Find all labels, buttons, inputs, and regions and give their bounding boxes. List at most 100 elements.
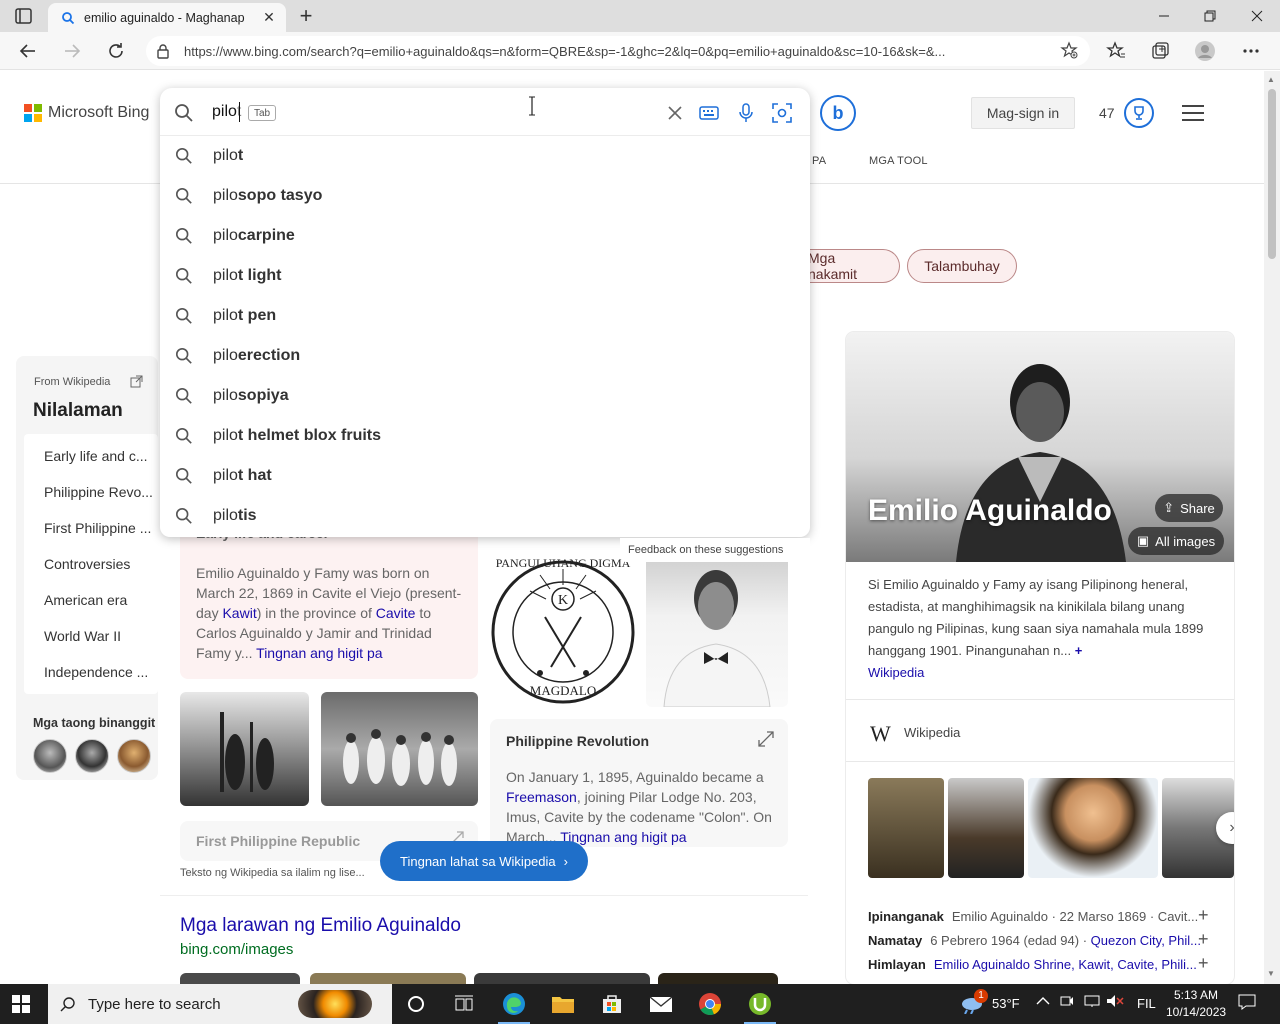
person-avatar[interactable] — [33, 739, 67, 773]
address-url[interactable]: https://www.bing.com/search?q=emilio+agu… — [184, 44, 1052, 59]
search-box[interactable]: pilot Tab — [160, 88, 810, 136]
person-avatar[interactable] — [117, 739, 151, 773]
cortana-icon[interactable] — [396, 988, 436, 1020]
search-icon[interactable] — [174, 103, 194, 123]
scroll-thumb[interactable] — [1268, 89, 1276, 259]
suggestion-item[interactable]: pilot — [160, 136, 810, 176]
tab-actions-icon[interactable] — [10, 6, 38, 26]
expand-plus-icon[interactable]: + — [1198, 905, 1209, 926]
suggestion-item[interactable]: pilot hat — [160, 456, 810, 496]
kp-photo-thumb[interactable] — [1028, 778, 1158, 878]
rewards-trophy-icon[interactable] — [1124, 98, 1154, 128]
taskbar-clock[interactable]: 5:13 AM 10/14/2023 — [1166, 987, 1226, 1021]
suggestion-item[interactable]: pilocarpine — [160, 216, 810, 256]
profile-avatar-icon[interactable] — [1194, 40, 1216, 62]
expand-icon[interactable] — [758, 731, 774, 747]
cavite-link[interactable]: Cavite — [376, 605, 416, 621]
restore-button[interactable] — [1187, 0, 1233, 32]
filter-pill-biography[interactable]: Talambuhay — [907, 249, 1017, 283]
action-center-icon[interactable] — [1238, 994, 1256, 1013]
toc-item[interactable]: Controversies — [24, 546, 158, 582]
windows-start-icon[interactable] — [12, 995, 30, 1013]
image-thumbnail[interactable] — [658, 973, 778, 984]
kp-source-name[interactable]: Wikipedia — [904, 725, 960, 740]
toc-item[interactable]: Independence ... — [24, 654, 158, 690]
input-language[interactable]: FIL — [1137, 996, 1156, 1011]
toc-item[interactable]: First Philippine ... — [24, 510, 158, 546]
signin-button[interactable]: Mag-sign in — [971, 97, 1075, 129]
suggestion-item[interactable]: pilosopo tasyo — [160, 176, 810, 216]
suggestion-item[interactable]: pilotis — [160, 496, 810, 536]
toc-item[interactable]: American era — [24, 582, 158, 618]
kawit-link[interactable]: Kawit — [222, 605, 256, 621]
kp-photo-thumb[interactable] — [948, 778, 1024, 878]
new-tab-button[interactable]: + — [294, 3, 318, 28]
kp-wikipedia-link[interactable]: Wikipedia — [868, 665, 924, 680]
suggestion-item[interactable]: piloerection — [160, 336, 810, 376]
wikipedia-license-note[interactable]: Teksto ng Wikipedia sa ilalim ng lise... — [180, 867, 365, 879]
tab-close-icon[interactable]: ✕ — [260, 9, 278, 27]
scroll-down-icon[interactable]: ▼ — [1267, 969, 1275, 978]
burial-place-link[interactable]: Emilio Aguinaldo Shrine, Kawit, Cavite, … — [934, 957, 1197, 972]
task-view-icon[interactable] — [444, 988, 484, 1020]
suggestion-item[interactable]: pilot light — [160, 256, 810, 296]
suggestion-item[interactable]: pilosopiya — [160, 376, 810, 416]
hamburger-menu-icon[interactable] — [1182, 105, 1204, 121]
expand-plus-icon[interactable]: + — [1198, 929, 1209, 950]
bing-logo[interactable]: Microsoft Bing — [24, 104, 149, 122]
rewards-points[interactable]: 47 — [1099, 105, 1115, 121]
toc-item[interactable]: Philippine Revo... — [24, 474, 158, 510]
aguinaldo-portrait-image[interactable] — [646, 556, 788, 707]
utorrent-icon[interactable] — [740, 988, 780, 1024]
taskbar-search-box[interactable]: Type here to search — [48, 984, 392, 1024]
revolution-card[interactable]: Philippine Revolution On January 1, 1895… — [490, 719, 788, 847]
external-link-icon[interactable] — [130, 375, 143, 388]
lock-icon[interactable] — [156, 43, 174, 59]
share-button[interactable]: ⇪ Share — [1155, 494, 1223, 522]
images-section-title[interactable]: Mga larawan ng Emilio Aguinaldo — [180, 915, 461, 937]
address-bar[interactable]: https://www.bing.com/search?q=emilio+agu… — [146, 36, 1090, 66]
image-thumbnail[interactable] — [310, 973, 466, 984]
visual-search-icon[interactable] — [771, 102, 793, 124]
chevron-up-icon[interactable] — [1036, 994, 1050, 1009]
favorites-icon[interactable] — [1105, 40, 1127, 62]
death-place-link[interactable]: Quezon City, Phil... — [1091, 933, 1201, 948]
scope-tab-tools[interactable]: MGA TOOL — [869, 155, 928, 167]
person-avatar[interactable] — [75, 739, 109, 773]
scope-tab-partial[interactable]: PA — [812, 155, 826, 167]
image-thumbnail[interactable] — [474, 973, 650, 984]
add-favorite-icon[interactable] — [1060, 40, 1080, 62]
volume-muted-icon[interactable] — [1106, 994, 1124, 1011]
kp-photo-thumb[interactable] — [868, 778, 944, 878]
image-thumbnail[interactable] — [180, 973, 300, 984]
browser-tab[interactable]: emilio aguinaldo - Maghanap ✕ — [48, 3, 286, 32]
historical-photo[interactable] — [180, 692, 309, 806]
forward-button[interactable] — [57, 37, 87, 65]
mail-icon[interactable] — [641, 988, 681, 1020]
freemason-link[interactable]: Freemason — [506, 789, 577, 805]
historical-photo[interactable] — [321, 692, 478, 806]
copilot-icon[interactable]: b — [820, 95, 856, 131]
magdalo-seal-image[interactable]: K PANGULUHANG DIGMA MAGDALO — [490, 527, 636, 707]
edge-browser-icon[interactable] — [494, 988, 534, 1024]
collections-icon[interactable] — [1149, 40, 1171, 62]
meet-now-icon[interactable] — [1060, 994, 1074, 1011]
suggestion-feedback-link[interactable]: Feedback on these suggestions — [620, 538, 810, 562]
toc-item[interactable]: Early life and c... — [24, 438, 158, 474]
suggestion-item[interactable]: pilot helmet blox fruits — [160, 416, 810, 456]
network-icon[interactable] — [1084, 994, 1100, 1011]
suggestion-item[interactable]: pilot pen — [160, 296, 810, 336]
weather-temp[interactable]: 53°F — [992, 996, 1020, 1011]
keyboard-icon[interactable] — [698, 102, 720, 124]
microphone-icon[interactable] — [735, 102, 757, 124]
toc-item[interactable]: World War II — [24, 618, 158, 654]
expand-plus-icon[interactable]: + — [1075, 643, 1083, 658]
back-button[interactable] — [13, 37, 43, 65]
all-images-button[interactable]: ▣ All images — [1128, 527, 1224, 555]
chrome-icon[interactable] — [690, 988, 730, 1020]
scroll-up-icon[interactable]: ▲ — [1267, 75, 1275, 84]
see-more-link[interactable]: Tingnan ang higit pa — [256, 645, 382, 661]
see-more-link[interactable]: Tingnan ang higit pa — [560, 829, 686, 845]
more-options-icon[interactable] — [1240, 40, 1262, 62]
refresh-button[interactable] — [101, 37, 131, 65]
